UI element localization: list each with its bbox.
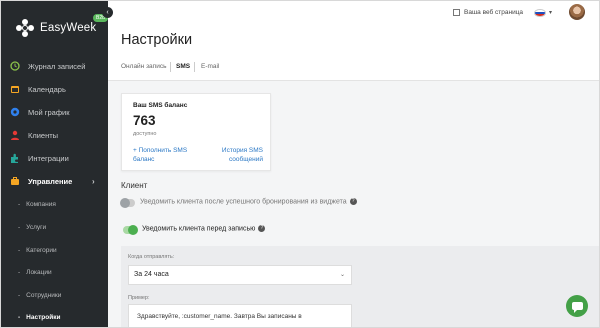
sidebar-collapse-button[interactable]: ‹ bbox=[102, 7, 113, 18]
chat-support-button[interactable] bbox=[566, 295, 588, 317]
website-link[interactable]: Ваша веб страница bbox=[453, 9, 523, 16]
example-message-box[interactable]: Здравствуйте, :customer_name. Завтра Вы … bbox=[128, 304, 352, 327]
tab-sms[interactable]: SMS bbox=[176, 63, 190, 70]
balance-value: 763 bbox=[133, 113, 156, 128]
sidebar-subitem-locations[interactable]: - Локации bbox=[1, 263, 108, 281]
user-icon bbox=[10, 130, 20, 140]
sidebar-item-management[interactable]: Управление › bbox=[1, 171, 108, 191]
notify-before-label: Уведомить клиента перед записью? bbox=[142, 225, 266, 232]
app-window: EasyWeek B2B Журнал записей Календарь Мо… bbox=[0, 0, 600, 328]
chat-icon bbox=[571, 302, 583, 313]
chevron-down-icon: ⌄ bbox=[339, 272, 345, 278]
sidebar-item-clients[interactable]: Клиенты bbox=[1, 125, 108, 145]
sidebar-item-integrations[interactable]: Интеграции bbox=[1, 148, 108, 168]
example-label: Пример: bbox=[128, 295, 150, 301]
sidebar-item-schedule[interactable]: Мой график bbox=[1, 102, 108, 122]
avatar[interactable] bbox=[569, 4, 585, 20]
language-caret-icon[interactable]: ▾ bbox=[549, 9, 552, 16]
chevron-right-icon: › bbox=[92, 176, 95, 186]
tab-online-booking[interactable]: Онлайн запись bbox=[121, 63, 166, 70]
sidebar: EasyWeek B2B Журнал записей Календарь Мо… bbox=[1, 1, 109, 327]
notify-before-toggle[interactable] bbox=[123, 225, 138, 235]
notify-after-widget-toggle[interactable] bbox=[120, 198, 135, 208]
sidebar-item-label: Клиенты bbox=[28, 130, 59, 140]
logo-icon bbox=[16, 19, 34, 37]
topup-sms-link[interactable]: + Пополнить SMS баланс bbox=[133, 146, 187, 164]
sidebar-subitem-employees[interactable]: - Сотрудники bbox=[1, 286, 108, 304]
sidebar-item-label: Интеграции bbox=[28, 153, 69, 163]
briefcase-icon bbox=[10, 176, 20, 186]
sidebar-item-label: Календарь bbox=[28, 84, 66, 94]
sidebar-subitem-company[interactable]: - Компания bbox=[1, 195, 108, 213]
sidebar-subitem-categories[interactable]: - Категории bbox=[1, 241, 108, 259]
sidebar-subitem-services[interactable]: - Услуги bbox=[1, 218, 108, 236]
tab-divider bbox=[170, 62, 171, 72]
sms-history-link[interactable]: История SMS сообщений bbox=[219, 146, 263, 164]
puzzle-icon bbox=[10, 153, 20, 163]
send-when-select[interactable]: За 24 часа ⌄ bbox=[128, 265, 352, 285]
sms-balance-card: Ваш SMS баланс 763 доступно + Пополнить … bbox=[121, 93, 271, 171]
sidebar-item-journal[interactable]: Журнал записей bbox=[1, 56, 108, 76]
sidebar-item-label: Мой график bbox=[28, 107, 70, 117]
notify-after-widget-label: Уведомить клиента после успешного бронир… bbox=[140, 198, 357, 205]
brand-name: EasyWeek bbox=[40, 22, 97, 34]
balance-unit: доступно bbox=[133, 131, 157, 137]
tab-divider bbox=[194, 62, 195, 72]
clock-icon bbox=[10, 61, 20, 71]
external-page-icon bbox=[453, 9, 460, 16]
settings-tabs: Онлайн запись SMS E-mail bbox=[108, 53, 599, 81]
help-icon[interactable]: ? bbox=[349, 198, 357, 205]
sidebar-item-label: Журнал записей bbox=[28, 61, 86, 71]
tab-email[interactable]: E-mail bbox=[201, 63, 219, 70]
language-flag-icon[interactable] bbox=[534, 9, 546, 17]
brand-logo[interactable]: EasyWeek B2B bbox=[16, 14, 109, 38]
page-title: Настройки bbox=[121, 32, 193, 48]
calendar-icon bbox=[10, 84, 20, 94]
sidebar-item-calendar[interactable]: Календарь bbox=[1, 79, 108, 99]
send-when-label: Когда отправлять: bbox=[128, 254, 175, 260]
sidebar-item-label: Управление bbox=[28, 176, 73, 186]
client-section-title: Клиент bbox=[121, 181, 148, 190]
balance-title: Ваш SMS баланс bbox=[133, 102, 188, 109]
sidebar-subitem-settings[interactable]: - Настройки bbox=[1, 308, 108, 326]
gear-icon bbox=[10, 107, 20, 117]
help-icon[interactable]: ? bbox=[258, 225, 266, 232]
